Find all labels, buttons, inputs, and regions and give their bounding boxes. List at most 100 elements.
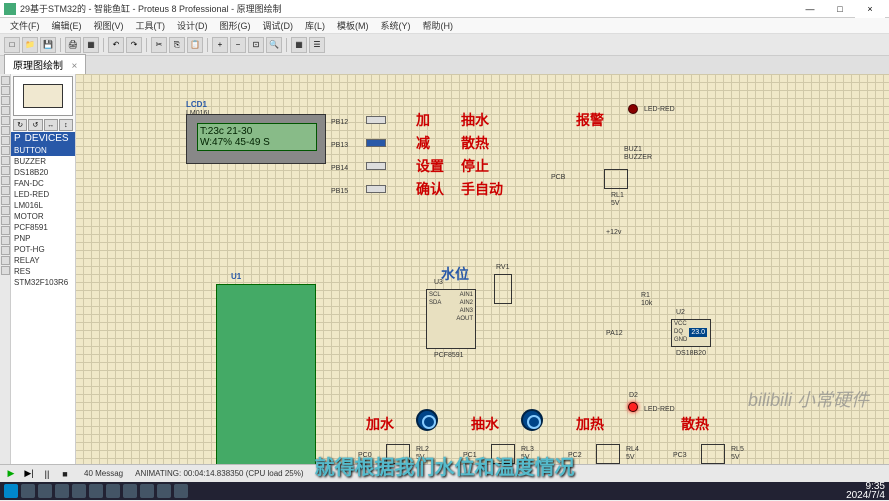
lcd-component[interactable]: T:23c 21-30 W:47% 45-49 S [186,114,326,164]
tool-terminal-icon[interactable] [1,146,10,155]
button-component[interactable] [366,185,386,193]
tab-schematic[interactable]: 原理图绘制 × [4,54,86,74]
tool-junction-icon[interactable] [1,116,10,125]
tool-marker-icon[interactable] [1,246,10,255]
taskbar-search-icon[interactable] [21,484,35,498]
pick-icon[interactable]: P [14,133,21,144]
rotate-cw-icon[interactable]: ↻ [13,119,27,131]
device-item[interactable]: RES [11,266,75,277]
tool-arc-icon[interactable] [1,236,10,245]
sim-play-icon[interactable]: ▶ [4,467,18,481]
tool-rotate-icon[interactable] [1,256,10,265]
device-item[interactable]: BUZZER [11,156,75,167]
taskbar-app-icon[interactable] [157,484,171,498]
tb-open-icon[interactable]: 📁 [22,37,38,53]
menu-system[interactable]: 系统(Y) [375,19,417,32]
tb-redo-icon[interactable]: ↷ [126,37,142,53]
tb-zoom-area-icon[interactable]: 🔍 [266,37,282,53]
tb-paste-icon[interactable]: 📋 [187,37,203,53]
sim-stop-icon[interactable]: ■ [58,467,72,481]
menu-design[interactable]: 设计(D) [171,19,214,32]
led-component[interactable] [628,104,638,114]
start-button-icon[interactable] [4,484,18,498]
tb-zoom-out-icon[interactable]: − [230,37,246,53]
tool-instrument-icon[interactable] [1,196,10,205]
device-item[interactable]: LM016L [11,200,75,211]
relay-component[interactable] [596,444,620,464]
device-list[interactable]: BUTTON BUZZER DS18B20 FAN-DC LED-RED LM0… [11,145,75,482]
tool-wire-icon[interactable] [1,96,10,105]
tool-pin-icon[interactable] [1,156,10,165]
device-item[interactable]: MOTOR [11,211,75,222]
menu-help[interactable]: 帮助(H) [417,19,460,32]
pot-component[interactable] [494,274,512,304]
button-component[interactable] [366,116,386,124]
tool-label-icon[interactable] [1,126,10,135]
menu-debug[interactable]: 调试(D) [257,19,300,32]
tool-bus-icon[interactable] [1,106,10,115]
tb-save-icon[interactable]: 💾 [40,37,56,53]
adc-component[interactable]: SCL SDA AIN1 AIN2 AIN3 AOUT [426,289,476,349]
tb-grid-icon[interactable]: ▦ [291,37,307,53]
schematic-canvas[interactable]: LCD1 LM016L T:23c 21-30 W:47% 45-49 S PB… [76,74,889,482]
minimize-button[interactable]: — [795,0,825,18]
motor-component[interactable] [521,409,543,431]
temp-sensor-component[interactable]: VCC DQ GND 23.0 [671,319,711,347]
taskbar-taskview-icon[interactable] [38,484,52,498]
menu-template[interactable]: 模板(M) [331,19,375,32]
button-component[interactable] [366,139,386,147]
close-button[interactable]: × [855,0,885,18]
taskbar-app-icon[interactable] [140,484,154,498]
device-item[interactable]: PNP [11,233,75,244]
tb-zoom-in-icon[interactable]: + [212,37,228,53]
tb-print-icon[interactable]: 🖨 [65,37,81,53]
taskbar-app-icon[interactable] [174,484,188,498]
tool-component-icon[interactable] [1,86,10,95]
device-item[interactable]: RELAY [11,255,75,266]
taskbar-app-icon[interactable] [72,484,86,498]
device-item[interactable]: LED-RED [11,189,75,200]
tb-undo-icon[interactable]: ↶ [108,37,124,53]
tool-probe-icon[interactable] [1,186,10,195]
tb-new-icon[interactable]: □ [4,37,20,53]
mirror-h-icon[interactable]: ↔ [44,119,58,131]
tool-mirror-icon[interactable] [1,266,10,275]
menu-library[interactable]: 库(L) [299,19,331,32]
tool-graph-icon[interactable] [1,166,10,175]
device-item[interactable]: BUTTON [11,145,75,156]
tb-cut-icon[interactable]: ✂ [151,37,167,53]
relay-component[interactable] [701,444,725,464]
taskbar-app-icon[interactable] [89,484,103,498]
taskbar-app-icon[interactable] [123,484,137,498]
tb-area-icon[interactable]: ▦ [83,37,99,53]
menu-file[interactable]: 文件(F) [4,19,46,32]
rotate-ccw-icon[interactable]: ↺ [28,119,42,131]
device-item[interactable]: PCF8591 [11,222,75,233]
sim-pause-icon[interactable]: || [40,467,54,481]
device-item[interactable]: STM32F103R6 [11,277,75,288]
maximize-button[interactable]: □ [825,0,855,18]
taskbar-clock[interactable]: 9:35 2024/7/4 [846,482,885,500]
device-item[interactable]: DS18B20 [11,167,75,178]
mirror-v-icon[interactable]: ↕ [59,119,73,131]
sim-step-icon[interactable]: ▶| [22,467,36,481]
tool-line-icon[interactable] [1,206,10,215]
device-item[interactable]: FAN-DC [11,178,75,189]
taskbar-app-icon[interactable] [106,484,120,498]
motor-component[interactable] [416,409,438,431]
menu-edit[interactable]: 编辑(E) [46,19,88,32]
tool-text-icon[interactable] [1,136,10,145]
tool-circle-icon[interactable] [1,226,10,235]
tool-generator-icon[interactable] [1,176,10,185]
mcu-component[interactable] [216,284,316,484]
tb-layers-icon[interactable]: ☰ [309,37,325,53]
menu-view[interactable]: 视图(V) [88,19,130,32]
button-component[interactable] [366,162,386,170]
menu-tools[interactable]: 工具(T) [130,19,172,32]
device-item[interactable]: POT-HG [11,244,75,255]
tab-close-icon[interactable]: × [72,61,78,72]
tool-select-icon[interactable] [1,76,10,85]
tb-copy-icon[interactable]: ⎘ [169,37,185,53]
relay-component[interactable] [604,169,628,189]
sim-message-count[interactable]: 40 Messag [84,469,123,478]
